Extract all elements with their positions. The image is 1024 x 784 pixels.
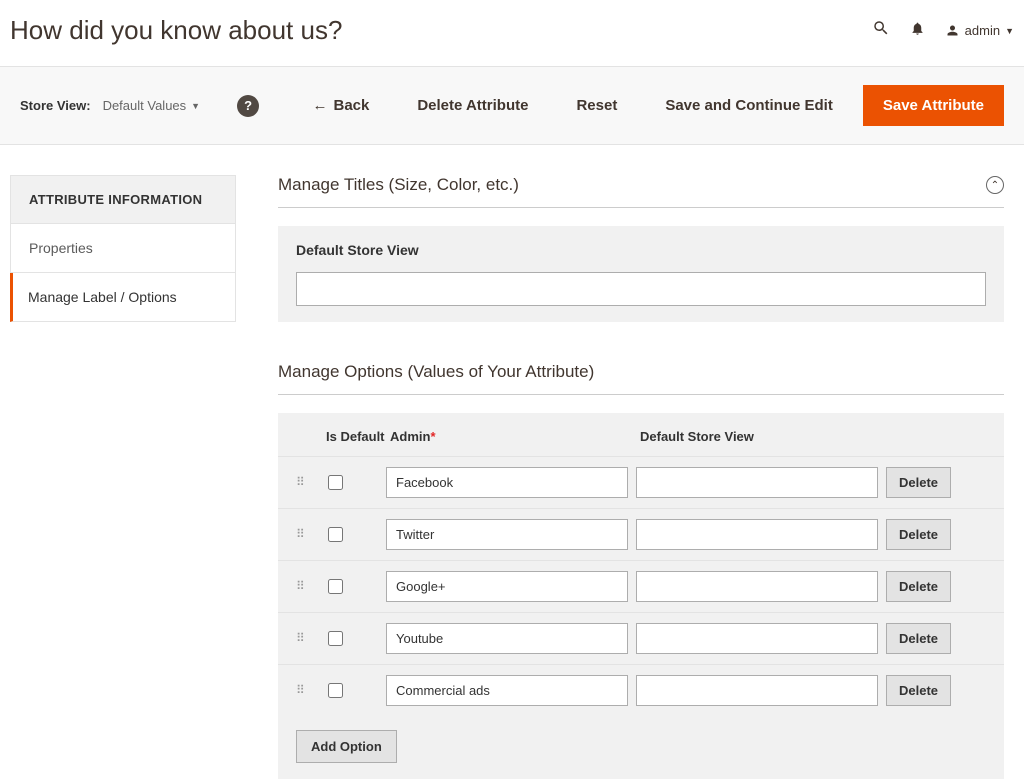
admin-account-menu[interactable]: admin ▼ <box>945 23 1014 38</box>
drag-handle-icon[interactable]: ⠿ <box>296 533 326 536</box>
option-row: ⠿ Delete <box>278 508 1004 560</box>
manage-titles-header: Manage Titles (Size, Color, etc.) ⌃ <box>278 175 1004 208</box>
option-admin-input[interactable] <box>386 571 628 602</box>
option-store-input[interactable] <box>636 623 878 654</box>
store-view-value: Default Values <box>103 98 187 113</box>
add-option-button[interactable]: Add Option <box>296 730 397 763</box>
option-store-input[interactable] <box>636 571 878 602</box>
sidebar-item-properties[interactable]: Properties <box>10 224 236 273</box>
store-view-label: Store View: <box>20 98 91 113</box>
back-button[interactable]: ← Back <box>294 87 387 124</box>
option-store-input[interactable] <box>636 467 878 498</box>
option-row: ⠿ Delete <box>278 612 1004 664</box>
is-default-checkbox[interactable] <box>328 475 343 490</box>
delete-option-button[interactable]: Delete <box>886 519 951 550</box>
delete-option-button[interactable]: Delete <box>886 623 951 654</box>
default-store-view-input[interactable] <box>296 272 986 306</box>
admin-column-header: Admin* <box>386 429 636 444</box>
drag-handle-icon[interactable]: ⠿ <box>296 637 326 640</box>
default-store-column-header: Default Store View <box>636 429 886 444</box>
drag-handle-icon[interactable]: ⠿ <box>296 585 326 588</box>
option-admin-input[interactable] <box>386 519 628 550</box>
back-label: Back <box>333 97 369 114</box>
search-icon[interactable] <box>872 19 890 42</box>
save-attribute-button[interactable]: Save Attribute <box>863 85 1004 126</box>
is-default-checkbox[interactable] <box>328 527 343 542</box>
manage-titles-panel: Default Store View <box>278 226 1004 322</box>
manage-options-title: Manage Options (Values of Your Attribute… <box>278 362 594 382</box>
help-icon[interactable]: ? <box>237 95 259 117</box>
drag-handle-icon[interactable]: ⠿ <box>296 689 326 692</box>
option-store-input[interactable] <box>636 675 878 706</box>
manage-options-header: Manage Options (Values of Your Attribute… <box>278 362 1004 395</box>
header-actions: admin ▼ <box>872 19 1014 42</box>
manage-titles-title: Manage Titles (Size, Color, etc.) <box>278 175 519 195</box>
chevron-down-icon: ▼ <box>1005 26 1014 36</box>
is-default-column-header: Is Default <box>326 429 386 444</box>
default-store-view-label: Default Store View <box>296 242 986 258</box>
delete-option-button[interactable]: Delete <box>886 675 951 706</box>
is-default-checkbox[interactable] <box>328 631 343 646</box>
option-store-input[interactable] <box>636 519 878 550</box>
option-row: ⠿ Delete <box>278 560 1004 612</box>
save-continue-button[interactable]: Save and Continue Edit <box>647 87 851 124</box>
option-admin-input[interactable] <box>386 675 628 706</box>
manage-options-panel: Is Default Admin* Default Store View ⠿ D… <box>278 413 1004 779</box>
option-row: ⠿ Delete <box>278 456 1004 508</box>
page-title: How did you know about us? <box>10 15 342 46</box>
option-admin-input[interactable] <box>386 467 628 498</box>
sidebar-item-manage-label-options[interactable]: Manage Label / Options <box>10 273 236 322</box>
sidebar: ATTRIBUTE INFORMATION Properties Manage … <box>0 175 236 779</box>
delete-option-button[interactable]: Delete <box>886 571 951 602</box>
drag-handle-icon[interactable]: ⠿ <box>296 481 326 484</box>
sidebar-header: ATTRIBUTE INFORMATION <box>10 175 236 224</box>
admin-username: admin <box>965 23 1000 38</box>
chevron-down-icon: ▼ <box>191 101 200 111</box>
delete-attribute-button[interactable]: Delete Attribute <box>399 87 546 124</box>
option-row: ⠿ Delete <box>278 664 1004 716</box>
is-default-checkbox[interactable] <box>328 683 343 698</box>
notifications-icon[interactable] <box>910 20 925 41</box>
option-admin-input[interactable] <box>386 623 628 654</box>
store-view-select[interactable]: Default Values ▼ <box>103 98 201 113</box>
reset-button[interactable]: Reset <box>558 87 635 124</box>
collapse-icon[interactable]: ⌃ <box>986 176 1004 194</box>
toolbar: Store View: Default Values ▼ ? ← Back De… <box>0 66 1024 145</box>
arrow-left-icon: ← <box>312 97 327 114</box>
delete-option-button[interactable]: Delete <box>886 467 951 498</box>
is-default-checkbox[interactable] <box>328 579 343 594</box>
